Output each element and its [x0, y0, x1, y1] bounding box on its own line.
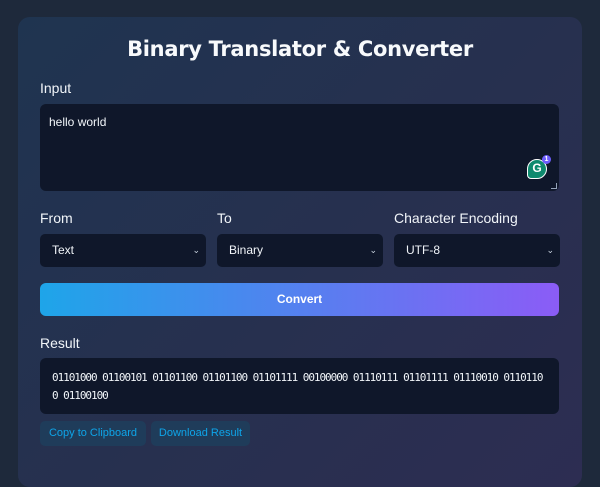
input-text: hello world — [49, 115, 107, 129]
from-select[interactable]: Text ⌄ — [40, 234, 206, 267]
encoding-select[interactable]: UTF-8 ⌄ — [394, 234, 560, 267]
chevron-down-icon: ⌄ — [546, 245, 554, 255]
copy-to-clipboard-button[interactable]: Copy to Clipboard — [40, 421, 146, 446]
encoding-value: UTF-8 — [406, 243, 440, 257]
grammarly-icon[interactable]: G1 — [527, 155, 551, 179]
convert-button[interactable]: Convert — [40, 283, 559, 316]
resize-handle-icon[interactable] — [551, 183, 557, 189]
converter-card: Binary Translator & Converter Input hell… — [18, 17, 582, 487]
page-title: Binary Translator & Converter — [127, 37, 473, 61]
result-output: 01101000 01100101 01101100 01101100 0110… — [40, 358, 559, 414]
from-label: From — [40, 210, 73, 226]
input-textarea[interactable]: hello world G1 — [40, 104, 559, 191]
chevron-down-icon: ⌄ — [192, 245, 200, 255]
result-label: Result — [40, 335, 80, 351]
encoding-label: Character Encoding — [394, 210, 518, 226]
to-label: To — [217, 210, 232, 226]
to-select[interactable]: Binary ⌄ — [217, 234, 383, 267]
chevron-down-icon: ⌄ — [369, 245, 377, 255]
from-value: Text — [52, 243, 75, 257]
grammarly-badge: 1 — [542, 155, 551, 164]
input-label: Input — [40, 80, 72, 96]
to-value: Binary — [229, 243, 264, 257]
download-result-button[interactable]: Download Result — [151, 421, 250, 446]
